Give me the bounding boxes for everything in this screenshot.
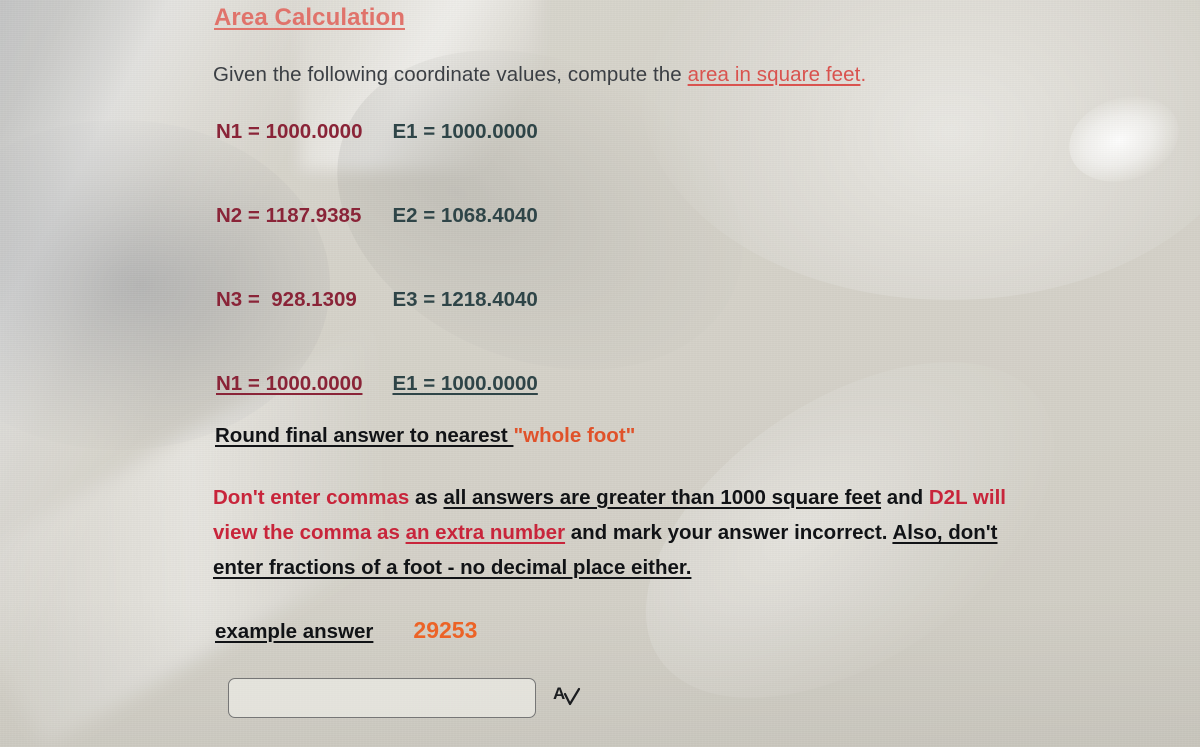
photographed-screen: Area Calculation Given the following coo…	[0, 0, 1200, 747]
page-title: Area Calculation	[214, 4, 405, 31]
example-answer-value: 29253	[413, 617, 478, 643]
table-row: N1 = 1000.0000 E1 = 1000.0000	[216, 120, 538, 144]
rounding-instruction-lead: Round final answer to nearest	[215, 424, 514, 447]
east-value-1: E1 = 1000.0000	[392, 120, 538, 143]
warning-l2-part1: view the comma as	[213, 521, 406, 544]
table-row-spacer	[216, 312, 538, 372]
table-row: N3 = 928.1309 E3 = 1218.4040	[216, 288, 538, 312]
warning-l1-part2: as	[409, 486, 444, 509]
north-value-2: N2 = 1187.9385	[216, 204, 362, 227]
example-answer-label: example answer	[215, 620, 374, 643]
warning-line-1: Don't enter commas as all answers are gr…	[213, 480, 1123, 515]
coordinate-table: N1 = 1000.0000 E1 = 1000.0000 N2 = 1187.…	[216, 120, 538, 396]
north-value-1: N1 = 1000.0000	[216, 120, 363, 143]
warning-l1-part3: all answers are greater than 1000 square…	[443, 486, 882, 509]
prompt-text: Given the following coordinate values, c…	[213, 63, 866, 87]
table-row: N1 = 1000.0000 E1 = 1000.0000	[216, 372, 538, 396]
north-value-4: N1 = 1000.0000	[216, 372, 363, 395]
table-row: N2 = 1187.9385 E2 = 1068.4040	[216, 204, 538, 228]
example-answer-row: example answer 29253	[215, 617, 477, 644]
rounding-instruction-emphasis: "whole foot"	[513, 424, 636, 447]
east-value-4: E1 = 1000.0000	[392, 372, 538, 395]
warning-l1-part5: D2L will	[928, 486, 1006, 509]
table-row-spacer	[216, 228, 538, 288]
warning-l2-part4: Also, don't	[892, 521, 998, 544]
warning-l2-part2: an extra number	[405, 521, 566, 544]
answer-input[interactable]	[228, 678, 536, 718]
prompt-period: .	[860, 63, 867, 86]
rounding-instruction: Round final answer to nearest "whole foo…	[215, 424, 635, 448]
prompt-lead: Given the following coordinate values, c…	[213, 63, 688, 86]
spellcheck-icon[interactable]: A	[552, 681, 586, 715]
north-value-3: N3 = 928.1309	[216, 288, 357, 311]
warning-l3-part1: enter fractions of a foot - no decimal p…	[213, 556, 692, 579]
table-row-spacer	[216, 144, 538, 204]
east-value-3: E3 = 1218.4040	[392, 288, 538, 311]
prompt-highlight: area in square feet	[687, 63, 861, 86]
warning-line-2: view the comma as an extra number and ma…	[213, 515, 1123, 550]
east-value-2: E2 = 1068.4040	[392, 204, 538, 227]
warning-l2-part3: and mark your answer incorrect.	[565, 521, 893, 544]
warning-l1-part1: Don't enter commas	[213, 486, 410, 509]
warning-line-3: enter fractions of a foot - no decimal p…	[213, 550, 1123, 585]
warning-paragraph: Don't enter commas as all answers are gr…	[213, 480, 1123, 585]
warning-l1-part4: and	[881, 486, 929, 509]
svg-text:A: A	[553, 684, 565, 703]
